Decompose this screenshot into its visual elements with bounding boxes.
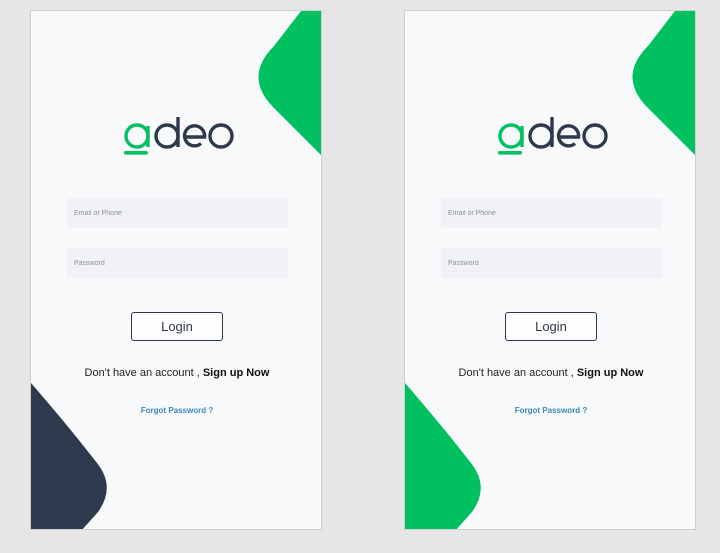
signup-line: Don't have an account , Sign up Now	[31, 367, 321, 379]
signup-line: Don't have an account , Sign up Now	[405, 367, 695, 379]
login-screen-2: Login Don't have an account , Sign up No…	[404, 10, 696, 530]
signup-prompt: Don't have an account ,	[84, 367, 200, 379]
adeo-logo	[124, 117, 234, 155]
adeo-logo	[498, 117, 608, 155]
signup-link[interactable]: Sign up Now	[203, 367, 270, 379]
login-button[interactable]: Login	[505, 312, 597, 341]
email-field[interactable]	[441, 198, 662, 228]
email-field[interactable]	[67, 198, 288, 228]
password-field[interactable]	[67, 248, 288, 278]
login-button[interactable]: Login	[131, 312, 223, 341]
signup-link[interactable]: Sign up Now	[577, 367, 644, 379]
password-field[interactable]	[441, 248, 662, 278]
forgot-password-link[interactable]: Forgot Password ?	[405, 406, 695, 415]
top-right-green-shape	[258, 11, 321, 155]
login-screen-1: Login Don't have an account , Sign up No…	[30, 10, 322, 530]
top-right-green-shape	[632, 11, 695, 155]
forgot-password-link[interactable]: Forgot Password ?	[31, 406, 321, 415]
signup-prompt: Don't have an account ,	[458, 367, 574, 379]
